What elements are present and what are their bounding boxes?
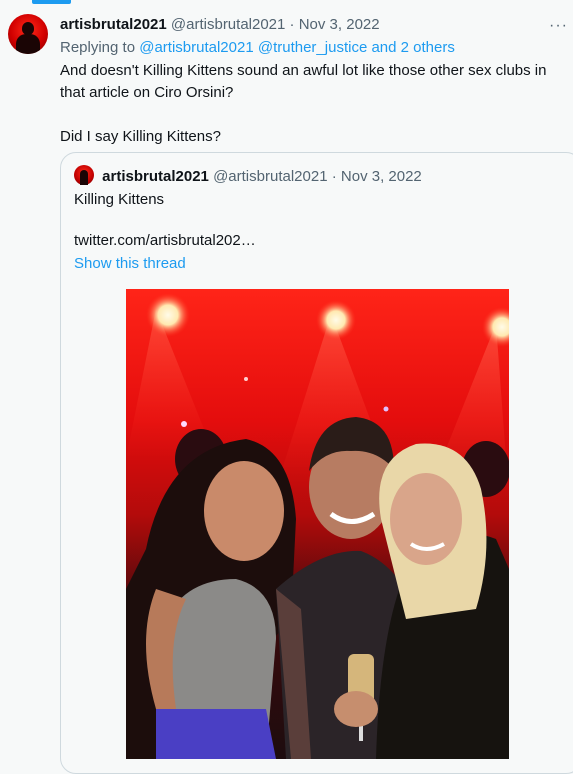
author-handle[interactable]: @artisbrutal2021 <box>171 16 285 33</box>
quoted-tweet-header: artisbrutal2021 @artisbrutal2021 · Nov 3… <box>74 165 422 187</box>
quoted-tweet-text: Killing Kittens <box>74 191 165 208</box>
tweet-text-paragraph-2: Did I say Killing Kittens? <box>60 128 221 145</box>
tweet-text-paragraph-1: And doesn't Killing Kittens sound an awf… <box>60 62 547 101</box>
reply-context: Replying to @artisbrutal2021 @truther_ju… <box>60 38 565 58</box>
active-tab-indicator <box>32 0 71 4</box>
show-thread-link[interactable]: Show this thread <box>74 254 186 274</box>
separator-dot: · <box>289 16 295 33</box>
author-avatar[interactable] <box>8 14 48 54</box>
quoted-tweet-card[interactable]: artisbrutal2021 @artisbrutal2021 · Nov 3… <box>60 152 573 774</box>
reply-mentions-link[interactable]: @artisbrutal2021 @truther_justice and 2 … <box>139 39 455 56</box>
tweet-header: artisbrutal2021 @artisbrutal2021 · Nov 3… <box>60 15 565 35</box>
quoted-separator-dot: · <box>331 168 337 185</box>
tweet[interactable]: artisbrutal2021 @artisbrutal2021 · Nov 3… <box>60 15 568 148</box>
photo-of-three-people-at-party <box>126 293 509 759</box>
tweet-date[interactable]: Nov 3, 2022 <box>299 16 380 33</box>
tweet-photo[interactable] <box>126 289 509 759</box>
reply-prefix: Replying to <box>60 39 136 56</box>
author-name[interactable]: artisbrutal2021 <box>60 16 167 33</box>
quoted-tweet-url[interactable]: twitter.com/artisbrutal202… <box>74 231 256 251</box>
more-dots-icon[interactable]: ··· <box>549 17 568 35</box>
quoted-tweet-date: Nov 3, 2022 <box>340 168 422 185</box>
quoted-author-name: artisbrutal2021 <box>102 168 209 185</box>
quoted-author-avatar <box>74 165 94 185</box>
quoted-author-handle: @artisbrutal2021 <box>213 168 328 185</box>
tweet-body: And doesn't Killing Kittens sound an awf… <box>60 60 568 148</box>
